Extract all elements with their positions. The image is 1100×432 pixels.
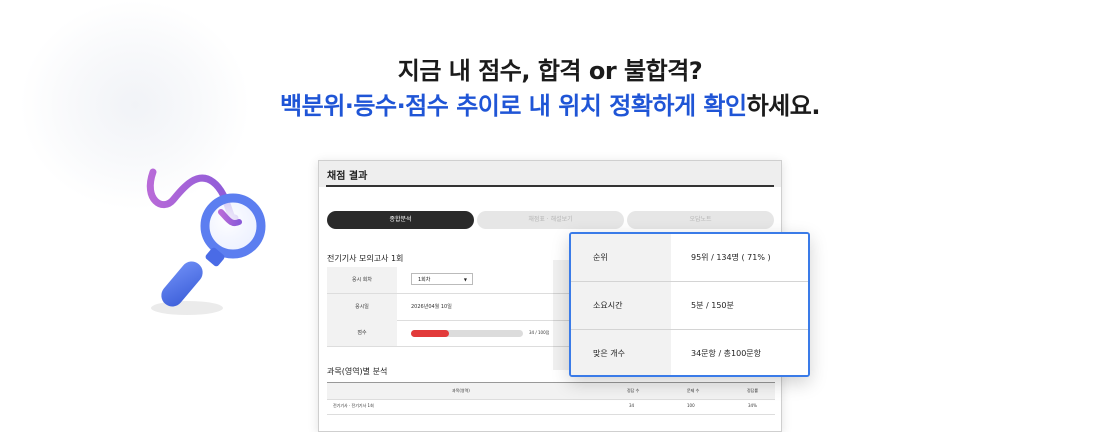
rank-value: 95위 / 134명 ( 71% ): [671, 234, 808, 281]
date-value: 2026년04월 10일: [411, 304, 452, 310]
headline-line1: 지금 내 점수, 합격 or 불합격?: [397, 57, 703, 85]
tab-score-sheet[interactable]: 채점표 · 해설보기: [477, 211, 624, 229]
date-label: 응시일: [327, 294, 397, 320]
subject-section-title: 과목(영역)별 분석: [327, 367, 388, 376]
tab-wrong-answer-note[interactable]: 오답노트: [627, 211, 774, 229]
score-label: 점수: [327, 320, 397, 346]
magnifier-icon: [146, 168, 266, 315]
select-caret-icon: ▼: [463, 277, 467, 282]
column-header: 문제 수: [687, 388, 700, 393]
round-label: 응시 회차: [327, 267, 397, 293]
tab-summary-analysis[interactable]: 종합분석: [327, 211, 474, 229]
table-row: 전기기사 · 전기기사 1회 34 100 34%: [327, 398, 775, 415]
column-header: 정답 수: [627, 388, 640, 393]
popup-row-time: 소요시간 5분 / 150분: [571, 282, 808, 329]
table-cell: 전기기사 · 전기기사 1회: [333, 403, 374, 408]
correct-label: 맞은 개수: [571, 330, 671, 375]
correct-value: 34문항 / 총100문항: [671, 330, 808, 375]
rank-summary-popup: 순위 95위 / 134명 ( 71% ) 소요시간 5분 / 150분 맞은 …: [569, 232, 810, 377]
panel-title: 채점 결과: [327, 171, 368, 182]
headline-line2: 백분위·등수·점수 추이로 내 위치 정확하게 확인하세요.: [0, 88, 1100, 124]
popup-row-rank: 순위 95위 / 134명 ( 71% ): [571, 234, 808, 281]
popup-row-correct: 맞은 개수 34문항 / 총100문항: [571, 330, 808, 375]
time-label: 소요시간: [571, 282, 671, 329]
headline: 지금 내 점수, 합격 or 불합격? 백분위·등수·점수 추이로 내 위치 정…: [0, 54, 1100, 124]
table-cell: 100: [687, 403, 695, 408]
table-cell: 34: [629, 403, 635, 408]
panel-divider: [326, 185, 774, 187]
rank-label: 순위: [571, 234, 671, 281]
panel-header: [319, 161, 781, 187]
headline-highlight: 백분위·등수·점수 추이로 내 위치 정확하게 확인: [280, 92, 747, 120]
table-cell: 34%: [748, 403, 757, 408]
column-header: 과목(영역): [452, 388, 470, 393]
round-select-value: 1회차: [418, 277, 431, 283]
round-select[interactable]: 1회차 ▼: [411, 273, 473, 285]
score-progress-bar: [411, 330, 523, 337]
exam-title: 전기기사 모의고사 1회: [327, 254, 404, 263]
score-progress-fill: [411, 330, 450, 337]
score-text: 34 / 100점: [529, 330, 550, 335]
headline-rest: 하세요.: [746, 92, 821, 120]
column-header: 정답률: [747, 388, 759, 393]
time-value: 5분 / 150분: [671, 282, 808, 329]
